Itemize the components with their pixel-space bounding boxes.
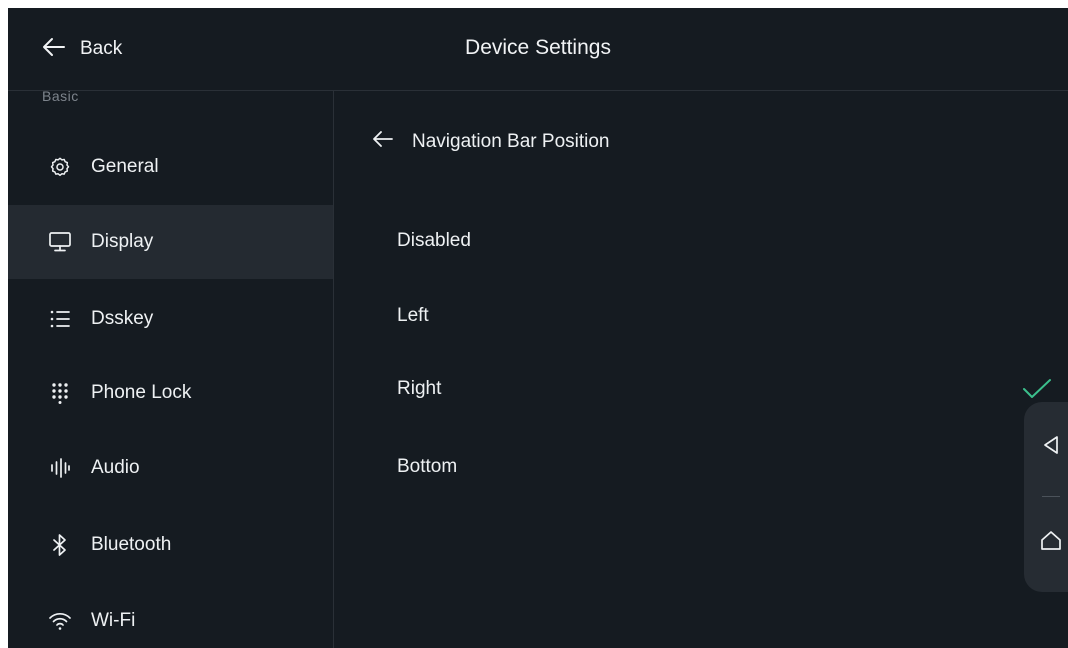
gear-icon (48, 155, 72, 179)
list-icon (48, 307, 72, 331)
home-icon[interactable] (1036, 526, 1066, 556)
nav-divider (1042, 496, 1060, 497)
top-bar: Back Device Settings (8, 8, 1068, 91)
bluetooth-icon (48, 533, 72, 557)
floating-nav-bar (1024, 402, 1068, 592)
option-left[interactable]: Left (334, 287, 1068, 347)
checkmark-icon (1022, 378, 1052, 405)
sidebar-item-label: Wi-Fi (91, 610, 136, 631)
option-bottom[interactable]: Bottom (334, 438, 1068, 498)
sidebar-item-label: Phone Lock (91, 382, 192, 403)
sidebar-item-label: Dsskey (91, 308, 154, 329)
sidebar-item-label: Display (91, 231, 154, 252)
sidebar-item-dsskey[interactable]: Dsskey (8, 282, 333, 356)
sub-page-title: Navigation Bar Position (412, 130, 610, 152)
sidebar-item-label: Bluetooth (91, 534, 172, 555)
sidebar-item-bluetooth[interactable]: Bluetooth (8, 508, 333, 582)
option-label: Bottom (397, 456, 458, 477)
option-disabled[interactable]: Disabled (334, 212, 1068, 272)
keypad-icon (48, 381, 72, 405)
option-right[interactable]: Right (334, 360, 1068, 420)
monitor-icon (48, 230, 72, 254)
sidebar-item-phone-lock[interactable]: Phone Lock (8, 356, 333, 430)
sidebar-item-general[interactable]: General (8, 130, 333, 204)
sidebar-item-audio[interactable]: Audio (8, 431, 333, 505)
section-label: Basic (42, 88, 79, 104)
arrow-left-icon (372, 130, 394, 153)
sidebar: Basic General Display Dsskey Phone Lock … (8, 88, 334, 648)
sub-back-button[interactable]: Navigation Bar Position (372, 130, 610, 153)
sidebar-item-label: Audio (91, 457, 140, 478)
main-content: Navigation Bar Position Disabled Left Ri… (334, 90, 1068, 648)
option-label: Right (397, 378, 442, 399)
audio-bars-icon (48, 456, 72, 480)
page-title: Device Settings (465, 36, 611, 59)
back-triangle-icon[interactable] (1036, 430, 1066, 460)
sidebar-item-label: General (91, 156, 159, 177)
wifi-icon (48, 609, 72, 633)
device-screen: Back Device Settings Basic General Displ… (8, 8, 1068, 648)
sidebar-item-display[interactable]: Display (8, 205, 333, 279)
option-label: Left (397, 305, 429, 326)
sidebar-item-wifi[interactable]: Wi-Fi (8, 584, 333, 648)
option-label: Disabled (397, 230, 471, 251)
